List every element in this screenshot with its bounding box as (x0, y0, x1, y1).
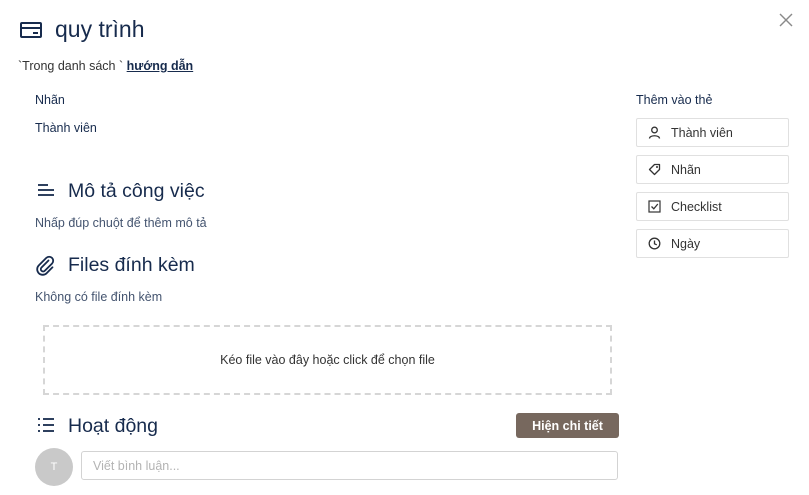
add-date-button[interactable]: Ngày (636, 229, 789, 258)
card-title[interactable]: quy trình (55, 16, 145, 43)
description-title: Mô tả công việc (68, 180, 205, 202)
list-link[interactable]: hướng dẫn (127, 59, 194, 73)
description-icon (38, 184, 54, 196)
add-label-label: Nhãn (671, 162, 701, 177)
add-checklist-button[interactable]: Checklist (636, 192, 789, 221)
add-date-label: Ngày (671, 236, 701, 251)
add-to-card-heading: Thêm vào thẻ (636, 93, 713, 107)
comment-input[interactable] (81, 451, 618, 480)
attachments-empty-text: Không có file đính kèm (35, 290, 163, 304)
avatar: T (35, 448, 73, 486)
file-dropzone[interactable]: Kéo file vào đây hoặc click để chọn file (43, 325, 612, 395)
tag-icon (648, 163, 661, 176)
add-checklist-label: Checklist (671, 199, 722, 214)
checkbox-icon (648, 200, 661, 213)
activity-title: Hoạt động (68, 415, 158, 437)
show-details-button[interactable]: Hiện chi tiết (516, 413, 619, 438)
card-icon (20, 22, 42, 38)
members-field-label: Thành viên (35, 121, 97, 135)
activity-list-icon (38, 418, 54, 432)
clock-icon (648, 237, 661, 250)
user-icon (648, 126, 661, 139)
close-icon[interactable] (777, 11, 795, 29)
paperclip-icon (36, 255, 55, 276)
add-member-label: Thành viên (671, 125, 733, 140)
description-placeholder[interactable]: Nhấp đúp chuột để thêm mô tả (35, 216, 207, 230)
add-member-button[interactable]: Thành viên (636, 118, 789, 147)
add-label-button[interactable]: Nhãn (636, 155, 789, 184)
dropzone-text: Kéo file vào đây hoặc click để chọn file (220, 353, 435, 367)
list-breadcrumb: `Trong danh sách ` hướng dẫn (18, 59, 193, 73)
labels-field-label: Nhãn (35, 93, 65, 107)
list-prefix: `Trong danh sách ` (18, 59, 124, 73)
attachments-title: Files đính kèm (68, 254, 195, 276)
